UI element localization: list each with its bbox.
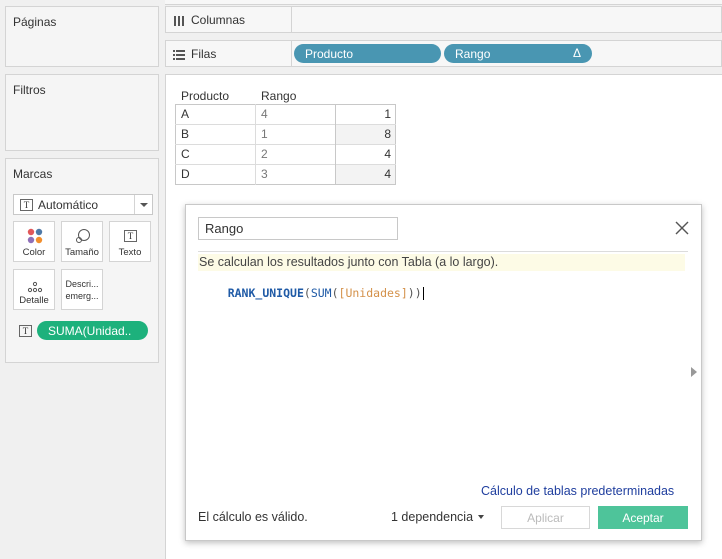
formula-func-outer: RANK_UNIQUE xyxy=(227,286,304,300)
color-dots-icon xyxy=(27,228,43,244)
color-button[interactable]: Color xyxy=(13,221,55,262)
detail-dots-icon xyxy=(27,281,43,293)
rank-pill-label: Rango xyxy=(455,46,491,61)
mark-type-value: Automático xyxy=(38,197,99,212)
close-icon[interactable] xyxy=(675,221,689,235)
formula-func-inner: SUM xyxy=(310,286,332,300)
rows-icon xyxy=(173,49,185,60)
row-c-value: 4 xyxy=(384,147,391,161)
row-a-product: A xyxy=(181,107,190,121)
accept-button[interactable]: Aceptar xyxy=(598,506,688,529)
size-button[interactable]: Tamaño xyxy=(61,221,103,262)
mark-type-dropdown[interactable]: T Automático xyxy=(13,194,153,215)
columns-shelf[interactable]: Columnas xyxy=(165,6,722,33)
formula-field: [Unidades] xyxy=(338,286,408,300)
pages-panel[interactable]: Páginas xyxy=(5,6,159,67)
row-b-product: B xyxy=(181,127,190,141)
size-label: Tamaño xyxy=(65,247,99,258)
row-b-value: 8 xyxy=(384,127,391,141)
dependencies-label: 1 dependencia xyxy=(391,510,474,524)
product-pill-label: Producto xyxy=(305,46,354,61)
description-label-line2: emerg... xyxy=(65,291,99,301)
description-label-line1: Descri... xyxy=(65,279,99,289)
text-cursor xyxy=(422,287,424,300)
rows-label: Filas xyxy=(191,47,217,61)
description-button[interactable]: Descri... emerg... xyxy=(61,269,103,310)
row-d-product: D xyxy=(181,167,190,181)
dependencies-dropdown[interactable]: 1 dependencia xyxy=(391,510,485,524)
apply-button[interactable]: Aplicar xyxy=(501,506,590,529)
columns-label: Columnas xyxy=(191,13,246,27)
text-icon: T xyxy=(124,230,137,242)
calc-info-text: Se calculan los resultados junto con Tab… xyxy=(199,255,499,269)
rows-shelf[interactable]: Filas Producto Rango Δ xyxy=(165,40,722,67)
color-label: Color xyxy=(22,247,46,258)
header-rank: Rango xyxy=(261,89,297,103)
header-product: Producto xyxy=(181,89,230,103)
sum-units-pill-label: SUMA(Unidad.. xyxy=(48,323,132,338)
row-d-rank: 3 xyxy=(261,167,268,181)
text-mark-icon: T xyxy=(20,198,33,211)
calculation-dialog: Rango Se calculan los resultados junto c… xyxy=(185,204,702,541)
product-pill[interactable]: Producto xyxy=(294,44,441,63)
pages-title: Páginas xyxy=(13,15,57,29)
expand-panel-arrow-icon[interactable] xyxy=(691,367,698,377)
row-c-product: C xyxy=(181,147,190,161)
formula-parens-close: )) xyxy=(407,286,422,300)
marks-title: Marcas xyxy=(13,167,53,181)
rank-pill[interactable]: Rango Δ xyxy=(444,44,592,63)
chevron-down-icon[interactable] xyxy=(134,195,152,214)
default-table-calc-link[interactable]: Cálculo de tablas predeterminadas xyxy=(481,484,674,498)
filters-title: Filtros xyxy=(13,83,46,97)
formula-paren-open: ( xyxy=(303,286,311,300)
detail-button[interactable]: Detalle xyxy=(13,269,55,310)
formula-editor[interactable]: RANK_UNIQUE(SUM([Unidades])) xyxy=(200,272,424,314)
calc-status: El cálculo es válido. xyxy=(198,510,308,524)
row-a-value: 1 xyxy=(384,107,391,121)
chevron-down-icon xyxy=(478,515,485,519)
text-label: Texto xyxy=(118,247,142,258)
marks-panel: Marcas T Automático Color Tamaño T Texto xyxy=(5,158,159,363)
top-strip xyxy=(165,0,722,5)
row-c-rank: 2 xyxy=(261,147,268,161)
detail-label: Detalle xyxy=(19,295,49,306)
text-button[interactable]: T Texto xyxy=(109,221,151,262)
row-a-rank: 4 xyxy=(261,107,268,121)
size-icon xyxy=(76,229,90,243)
row-b-rank: 1 xyxy=(261,127,268,141)
formula-paren-open2: ( xyxy=(331,286,339,300)
calc-name-input[interactable]: Rango xyxy=(198,217,398,240)
sum-units-pill[interactable]: SUMA(Unidad.. xyxy=(37,321,148,340)
columns-icon xyxy=(174,15,184,26)
filters-panel[interactable]: Filtros xyxy=(5,74,159,151)
text-encoding-icon: T xyxy=(19,325,32,337)
delta-icon: Δ xyxy=(572,46,581,60)
row-d-value: 4 xyxy=(384,167,391,181)
